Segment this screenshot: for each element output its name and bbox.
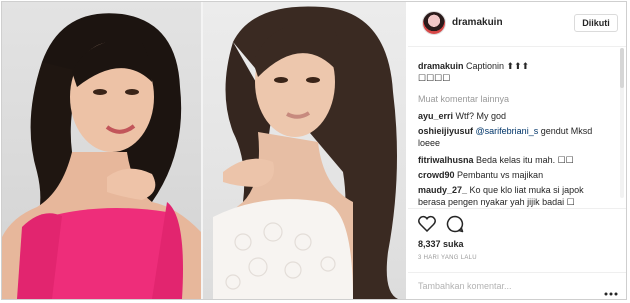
caption-line2: ☐☐☐☐ — [418, 73, 451, 83]
post-timestamp[interactable]: 3 HARI YANG LALU — [418, 255, 477, 261]
comment-username[interactable]: fitriwalhusna — [418, 155, 474, 165]
comment-item: maudy_27_ Ko que klo liat muka si japok — [418, 184, 584, 196]
comment-text-continued: loeee — [418, 138, 441, 148]
post-photo[interactable] — [2, 2, 406, 299]
comment-text: Pembantu vs majikan — [457, 170, 544, 180]
comment-item: fitriwalhusna Beda kelas itu mah. ☐☐ — [418, 154, 574, 166]
avatar[interactable] — [422, 11, 446, 35]
comments-scrollbar[interactable] — [620, 48, 624, 198]
comment-username[interactable]: crowd90 — [418, 170, 455, 180]
comment-icon[interactable] — [446, 215, 464, 238]
comment-username[interactable]: oshieijiyusuf — [418, 126, 473, 136]
comment-item: ayu_erri Wtf? My god — [418, 110, 506, 122]
post-header: dramakuin Diikuti — [408, 2, 626, 47]
comment-text-continued: berasa pengen nyakar yah jijik badai ☐ — [418, 197, 575, 207]
scrollbar-thumb[interactable] — [620, 48, 624, 88]
post-side-panel: dramakuin Diikuti dramakuin Captionin ⬆⬆… — [408, 2, 626, 299]
more-options-icon[interactable] — [604, 283, 618, 301]
comment-input[interactable]: Tambahkan komentar... — [418, 281, 512, 291]
photo-left-panel — [2, 2, 201, 299]
photo-right-panel — [203, 2, 406, 299]
comment-mention[interactable]: @sarifebriani_s — [476, 126, 539, 136]
likes-count[interactable]: 8,337 suka — [418, 239, 464, 249]
username-link[interactable]: dramakuin — [452, 17, 503, 28]
post-actions — [408, 208, 626, 239]
follow-button[interactable]: Diikuti — [574, 14, 618, 32]
load-more-comments[interactable]: Muat komentar lainnya — [418, 93, 509, 105]
caption-text: Captionin ⬆⬆⬆ — [466, 61, 530, 71]
heart-icon[interactable] — [418, 215, 436, 237]
comment-item: crowd90 Pembantu vs majikan — [418, 169, 543, 181]
comment-username[interactable]: ayu_erri — [418, 111, 453, 121]
comment-text: gendut Mksd — [540, 126, 593, 136]
comment-item: oshieijiyusuf @sarifebriani_s gendut Mks… — [418, 125, 592, 137]
add-comment-bar: Tambahkan komentar... — [408, 272, 626, 300]
comment-text: Beda kelas itu mah. ☐☐ — [476, 155, 574, 165]
comment-username[interactable]: maudy_27_ — [418, 185, 467, 195]
caption-username[interactable]: dramakuin — [418, 61, 464, 71]
caption: dramakuin Captionin ⬆⬆⬆ — [418, 60, 529, 72]
comment-text: Ko que klo liat muka si japok — [469, 185, 584, 195]
comment-text: Wtf? My god — [455, 111, 507, 121]
